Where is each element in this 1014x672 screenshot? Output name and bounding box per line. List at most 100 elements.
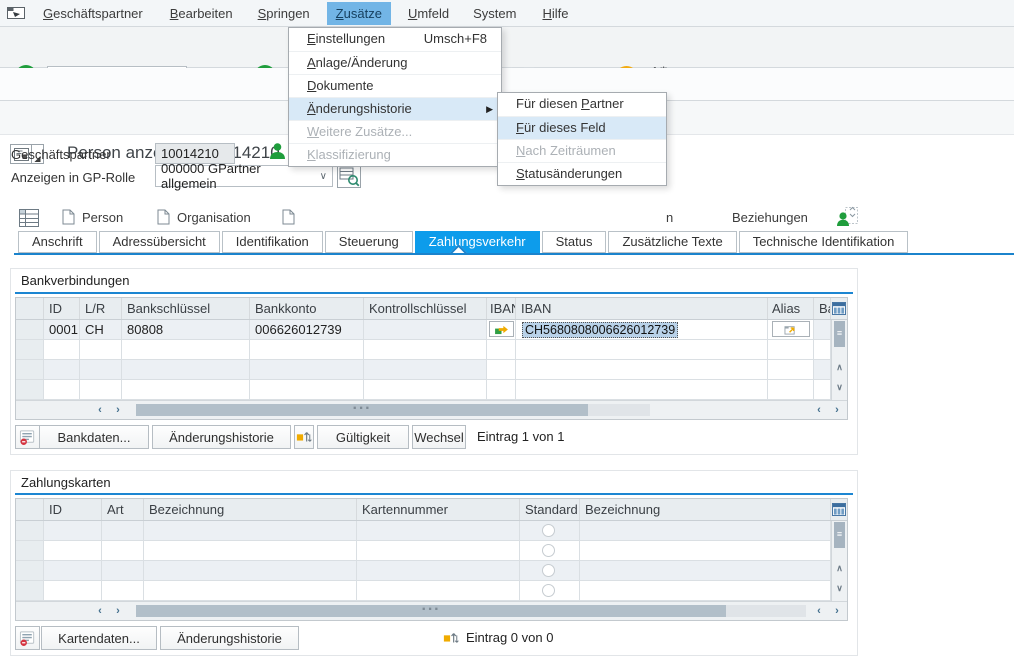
menu-item-klassifizierung[interactable]: Klassifizierung: [289, 143, 501, 166]
tab-identifikation[interactable]: Identifikation: [222, 231, 323, 253]
standard-radio[interactable]: [542, 524, 555, 537]
tab-anschrift[interactable]: Anschrift: [18, 231, 97, 253]
chevron-down-icon: ∨: [320, 171, 327, 182]
iban-selected-value[interactable]: CH5680808006626012739: [522, 322, 678, 338]
scroll-left-icon[interactable]: ‹: [92, 604, 108, 618]
cards-table-row[interactable]: [16, 581, 847, 601]
submenu-item-fuer-dieses-feld[interactable]: Für dieses Feld: [498, 116, 666, 139]
role-label: Anzeigen in GP-Rolle: [11, 170, 135, 185]
menu-item-einstellungen[interactable]: Einstellungen Umsch+F8: [289, 28, 501, 51]
tab-person[interactable]: Person: [62, 209, 123, 225]
scrollbar-thumb[interactable]: ≡: [834, 522, 845, 548]
table-search-icon: [339, 166, 360, 187]
cell-bankkonto[interactable]: 006626012739: [250, 320, 364, 340]
scrollbar-thumb[interactable]: ···: [136, 605, 726, 617]
resequence-button[interactable]: [294, 425, 314, 449]
bank-group-title: Bankverbindungen: [21, 273, 129, 288]
bank-horizontal-scrollbar[interactable]: ‹ › ··· ‹ ›: [16, 400, 847, 419]
standard-radio[interactable]: [542, 584, 555, 597]
bank-table-config-button[interactable]: [831, 298, 847, 319]
tab-status[interactable]: Status: [542, 231, 607, 253]
iban-expand-button[interactable]: [489, 321, 514, 337]
bank-vertical-scrollbar[interactable]: ≡ ∧ ∨: [831, 320, 847, 400]
scrollbar-thumb[interactable]: ···: [136, 404, 588, 416]
cards-table-config-button[interactable]: [831, 499, 847, 520]
cards-resequence-button[interactable]: [441, 626, 461, 650]
menu-bar: Geschäftspartner Bearbeiten Springen Zus…: [0, 0, 1014, 27]
menu-item-weitere-zusaetze[interactable]: Weitere Zusätze...: [289, 120, 501, 143]
switch-partner-icon[interactable]: [836, 205, 860, 234]
menubar-item-geschaeftspartner[interactable]: Geschäftspartner: [34, 2, 152, 25]
scroll-up-icon[interactable]: ∧: [832, 362, 847, 373]
tab-adressuebersicht[interactable]: Adressübersicht: [99, 231, 220, 253]
submenu-item-statusaenderungen[interactable]: Statusänderungen: [498, 162, 666, 185]
tab-zusaetzliche-texte[interactable]: Zusätzliche Texte: [608, 231, 736, 253]
menubar-item-zusaetze[interactable]: Zusätze: [327, 2, 391, 25]
row-selector[interactable]: [16, 320, 44, 340]
scroll-up-icon[interactable]: ∧: [832, 563, 847, 574]
scroll-right-icon[interactable]: ›: [110, 403, 126, 417]
tab-gruppe-document-icon[interactable]: [282, 209, 295, 230]
bank-aenderungshistorie-button[interactable]: Änderungshistorie: [152, 425, 291, 449]
cards-vertical-scrollbar[interactable]: ≡ ∧ ∨: [831, 521, 847, 601]
role-search-button[interactable]: [337, 164, 361, 188]
scroll-left-icon[interactable]: ‹: [811, 604, 827, 618]
session-window-icon[interactable]: [6, 5, 26, 21]
gueltigkeit-button[interactable]: Gültigkeit: [317, 425, 409, 449]
scroll-right-icon[interactable]: ›: [829, 403, 845, 417]
scroll-left-icon[interactable]: ‹: [92, 403, 108, 417]
standard-radio[interactable]: [542, 564, 555, 577]
tab-steuerung[interactable]: Steuerung: [325, 231, 413, 253]
tab-technische-identifikation[interactable]: Technische Identifikation: [739, 231, 909, 253]
cell-lr[interactable]: CH: [80, 320, 122, 340]
tab-zahlungsverkehr[interactable]: Zahlungsverkehr: [415, 231, 540, 253]
cell-bankschluessel[interactable]: 80808: [122, 320, 250, 340]
scroll-down-icon[interactable]: ∨: [832, 382, 847, 393]
menubar-item-bearbeiten[interactable]: Bearbeiten: [161, 2, 242, 25]
delete-card-entry-button[interactable]: [15, 626, 40, 650]
submenu-item-nach-zeitraeumen[interactable]: Nach Zeiträumen: [498, 139, 666, 162]
cell-iban[interactable]: CH5680808006626012739: [516, 320, 768, 340]
scroll-right-icon[interactable]: ›: [110, 604, 126, 618]
submenu-arrow-icon: ▶: [486, 98, 493, 120]
cell-id[interactable]: 0001: [44, 320, 80, 340]
tab-organisation[interactable]: Organisation: [157, 209, 251, 225]
scroll-left-icon[interactable]: ‹: [811, 403, 827, 417]
cards-horizontal-scrollbar[interactable]: ‹ › ··· ‹ ›: [16, 601, 847, 620]
scroll-down-icon[interactable]: ∨: [832, 583, 847, 594]
menubar-item-hilfe[interactable]: Hilfe: [533, 2, 577, 25]
delete-row-icon: [19, 429, 37, 446]
scroll-right-icon[interactable]: ›: [829, 604, 845, 618]
alias-button[interactable]: [772, 321, 810, 337]
delete-bank-entry-button[interactable]: [15, 425, 40, 449]
aenderungshistorie-submenu: Für diesen Partner Für dieses Feld Nach …: [497, 92, 667, 186]
menu-item-anlage-aenderung[interactable]: Anlage/Änderung: [289, 51, 501, 74]
cards-aenderungshistorie-button[interactable]: Änderungshistorie: [160, 626, 299, 650]
standard-radio[interactable]: [542, 544, 555, 557]
submenu-item-fuer-diesen-partner[interactable]: Für diesen Partner: [498, 93, 666, 116]
bank-table-row[interactable]: [16, 360, 847, 380]
table-settings-icon: [832, 302, 846, 315]
kartendaten-button[interactable]: Kartendaten...: [41, 626, 157, 650]
bank-table-row[interactable]: [16, 340, 847, 360]
wechsel-button[interactable]: Wechsel: [412, 425, 466, 449]
role-select[interactable]: 000000 GPartner allgemein∨: [155, 165, 333, 187]
bank-table-row[interactable]: 0001 CH 80808 006626012739 CH56808080066…: [16, 320, 847, 340]
beziehungen-button[interactable]: Beziehungen: [732, 210, 808, 225]
bank-table-row[interactable]: [16, 380, 847, 400]
cards-table-row[interactable]: [16, 561, 847, 581]
cards-table-row[interactable]: [16, 521, 847, 541]
menu-item-aenderungshistorie[interactable]: Änderungshistorie ▶: [289, 97, 501, 120]
locator-on-off-icon[interactable]: [19, 209, 39, 232]
partially-hidden-toolbar-label[interactable]: n: [666, 210, 673, 225]
bankdaten-button[interactable]: Bankdaten...: [39, 425, 149, 449]
menu-item-dokumente[interactable]: Dokumente: [289, 74, 501, 97]
menubar-item-system[interactable]: System: [464, 2, 525, 25]
document-icon: [157, 209, 170, 225]
scrollbar-thumb[interactable]: ≡: [834, 321, 845, 347]
cards-table-row[interactable]: [16, 541, 847, 561]
cards-group: Zahlungskarten ID Art Bezeichnung Karten…: [10, 470, 858, 656]
menubar-item-umfeld[interactable]: Umfeld: [399, 2, 458, 25]
menubar-item-springen[interactable]: Springen: [249, 2, 319, 25]
cards-title-underline: [15, 493, 853, 495]
